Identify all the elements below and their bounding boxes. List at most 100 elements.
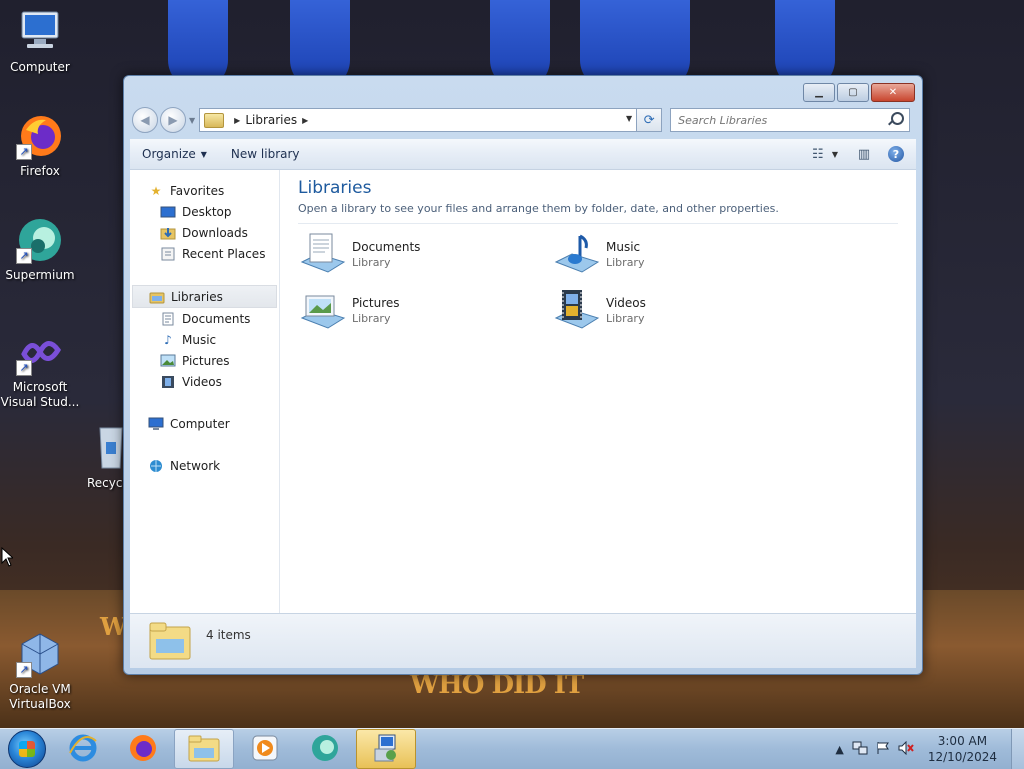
back-button[interactable]: ◀ — [132, 107, 158, 133]
help-button[interactable]: ? — [888, 146, 904, 162]
refresh-button[interactable]: ⟳ — [637, 108, 663, 132]
view-dropdown-icon[interactable]: ▼ — [832, 150, 838, 159]
back-arrow-icon: ◀ — [140, 113, 150, 127]
minimize-button[interactable]: ▁ — [803, 83, 835, 102]
desktop-icon-supermium[interactable]: ↗ Supermium — [0, 216, 80, 283]
show-desktop-button[interactable] — [1011, 729, 1024, 769]
view-options-icon: ☷ — [812, 146, 824, 162]
nav-label: Network — [170, 458, 221, 473]
music-library-icon — [552, 232, 600, 276]
nav-network[interactable]: Network — [130, 455, 279, 476]
preview-pane-button[interactable]: ▥ — [850, 143, 878, 165]
recent-places-icon — [160, 247, 176, 261]
desktop-icon-computer[interactable]: Computer — [0, 8, 80, 75]
breadcrumb-separator-icon[interactable]: ▶ — [302, 116, 308, 125]
library-item-documents[interactable]: Documents Library — [298, 232, 552, 276]
documents-library-icon — [298, 232, 346, 276]
breadcrumb-libraries[interactable]: Libraries — [245, 113, 297, 127]
nav-documents[interactable]: Documents — [130, 308, 279, 329]
nav-label: Music — [182, 332, 217, 347]
breadcrumb-separator-icon[interactable]: ▶ — [234, 116, 240, 125]
library-name: Documents — [352, 240, 421, 254]
item-count: 4 items — [206, 628, 251, 642]
nav-music[interactable]: ♪ Music — [130, 329, 279, 350]
system-tray: ▲ 3:00 AM 12/10/2024 — [831, 729, 1024, 769]
change-view-button[interactable]: ☷ — [804, 143, 832, 165]
library-kind: Library — [352, 312, 391, 325]
visual-studio-icon: ↗ — [16, 328, 64, 376]
action-center-flag-icon[interactable] — [876, 741, 890, 758]
start-button[interactable] — [8, 730, 46, 768]
desktop-icon — [160, 205, 176, 219]
clock[interactable]: 3:00 AM 12/10/2024 — [928, 733, 997, 765]
computer-icon — [148, 417, 164, 431]
downloads-icon — [160, 226, 176, 240]
taskbar-media-player[interactable] — [236, 730, 294, 768]
desktop-icon-visual-studio[interactable]: ↗ Microsoft Visual Stud... — [0, 328, 80, 410]
volume-muted-icon[interactable] — [898, 740, 914, 758]
library-grid: Documents Library Music Library Pictures… — [298, 232, 898, 332]
close-icon: ✕ — [888, 87, 898, 98]
taskbar-firefox[interactable] — [114, 730, 172, 768]
nav-computer[interactable]: Computer — [130, 413, 279, 434]
nav-libraries[interactable]: Libraries — [132, 285, 277, 308]
virtualbox-icon: ↗ — [16, 630, 64, 678]
search-box[interactable] — [670, 108, 911, 132]
show-hidden-icons-button[interactable]: ▲ — [835, 743, 843, 756]
network-tray-icon[interactable] — [852, 741, 868, 758]
recent-pages-dropdown[interactable]: ▼ — [189, 116, 195, 125]
command-bar: Organize ▼ New library ☷ ▼ ▥ ? — [130, 139, 916, 170]
taskbar-windows-explorer[interactable] — [174, 729, 234, 769]
installer-icon — [371, 733, 401, 766]
nav-videos[interactable]: Videos — [130, 371, 279, 392]
details-pane: 4 items — [130, 613, 916, 668]
clock-time: 3:00 AM — [937, 734, 988, 748]
pictures-library-icon — [298, 288, 346, 332]
new-library-button[interactable]: New library — [219, 147, 312, 161]
taskbar-supermium[interactable] — [296, 730, 354, 768]
taskbar-installer[interactable] — [356, 729, 416, 769]
nav-desktop[interactable]: Desktop — [130, 201, 279, 222]
nav-label: Documents — [182, 311, 251, 326]
library-item-pictures[interactable]: Pictures Library — [298, 288, 552, 332]
nav-label: Favorites — [170, 183, 225, 198]
library-kind: Library — [352, 256, 391, 269]
desktop-icon-virtualbox[interactable]: ↗ Oracle VM VirtualBox — [0, 630, 80, 712]
music-note-icon: ♪ — [164, 332, 172, 347]
nav-label: Downloads — [182, 225, 248, 240]
forward-button[interactable]: ▶ — [160, 107, 186, 133]
library-item-music[interactable]: Music Library — [552, 232, 806, 276]
nav-recent-places[interactable]: Recent Places — [130, 243, 279, 264]
computer-icon — [16, 8, 64, 56]
shortcut-arrow-icon: ↗ — [16, 360, 32, 376]
desktop-icon-firefox[interactable]: ↗ Firefox — [0, 112, 80, 179]
library-name: Pictures — [352, 296, 400, 310]
nav-downloads[interactable]: Downloads — [130, 222, 279, 243]
organize-button[interactable]: Organize ▼ — [130, 147, 219, 161]
close-button[interactable]: ✕ — [871, 83, 915, 102]
videos-library-icon — [552, 288, 600, 332]
star-icon: ★ — [150, 183, 162, 198]
nav-pictures[interactable]: Pictures — [130, 350, 279, 371]
address-bar[interactable]: ▶ Libraries ▶ ▼ — [199, 108, 638, 132]
pictures-icon — [160, 354, 176, 368]
film-icon — [160, 375, 176, 389]
taskbar: ▲ 3:00 AM 12/10/2024 — [0, 728, 1024, 769]
desktop-icon-label: Microsoft Visual Stud... — [0, 380, 80, 409]
address-dropdown-icon[interactable]: ▼ — [626, 114, 632, 123]
library-item-videos[interactable]: Videos Library — [552, 288, 806, 332]
taskbar-internet-explorer[interactable] — [54, 730, 112, 768]
desktop-icon-label: Supermium — [5, 268, 75, 282]
nav-favorites[interactable]: ★ Favorites — [130, 180, 279, 201]
search-input[interactable] — [671, 112, 881, 128]
refresh-icon: ⟳ — [643, 112, 655, 128]
explorer-window: ▁ ▢ ✕ ◀ ▶ ▼ ▶ Libraries ▶ ▼ ⟳ Organize ▼… — [123, 75, 923, 675]
library-name: Music — [606, 240, 641, 254]
supermium-icon: ↗ — [16, 216, 64, 264]
library-kind: Library — [606, 312, 645, 325]
library-kind: Library — [606, 256, 645, 269]
search-icon[interactable] — [891, 112, 905, 125]
maximize-button[interactable]: ▢ — [837, 83, 869, 102]
